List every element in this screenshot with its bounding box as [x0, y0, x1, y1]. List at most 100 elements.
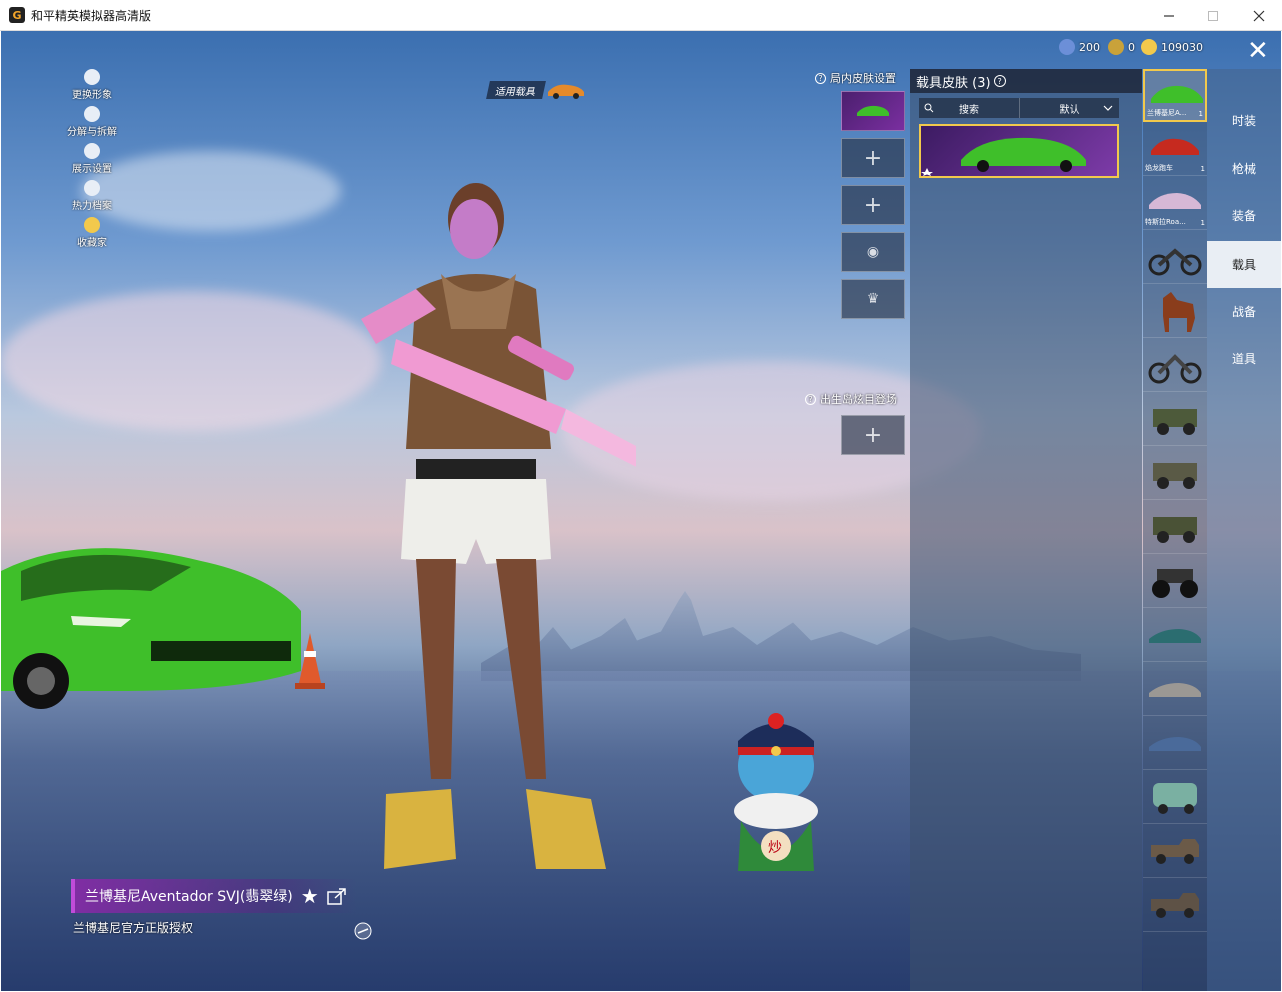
- player-character: [361, 183, 636, 869]
- jeep-icon: [1153, 517, 1197, 543]
- menu-collector[interactable]: 收藏家: [57, 217, 127, 254]
- share-icon[interactable]: [326, 887, 347, 905]
- vehicle-count: 1: [1200, 165, 1205, 173]
- menu-change-appearance[interactable]: 更换形象: [57, 69, 127, 106]
- plus-icon: +: [863, 192, 883, 218]
- green-car-icon: [1151, 85, 1203, 103]
- window-title: 和平精英模拟器高清版: [31, 8, 152, 23]
- close-panel-button[interactable]: ✕: [1247, 38, 1269, 64]
- filter-row: 搜索 默认: [919, 98, 1119, 118]
- currency-badge[interactable]: 0: [1108, 39, 1135, 55]
- flame-icon: [84, 180, 100, 196]
- currency-value: 109030: [1161, 40, 1203, 54]
- search-button[interactable]: 搜索: [919, 98, 1019, 118]
- menu-decompose[interactable]: 分解与拆解: [57, 106, 127, 143]
- apply-vehicle-tag[interactable]: 适用载具: [486, 81, 546, 99]
- skin-slot-empty[interactable]: +: [841, 185, 905, 225]
- tab-label: 战备: [1231, 305, 1256, 319]
- in-game-skin-setting[interactable]: ? 局内皮肤设置: [815, 70, 896, 86]
- tab-fashion[interactable]: 时装: [1207, 97, 1281, 144]
- skin-panel-header: 载具皮肤 (3) ?: [910, 69, 1142, 93]
- vehicle-thumbnail-icon: [548, 84, 584, 99]
- skin-card-selected[interactable]: [919, 124, 1119, 178]
- teal-car-icon: [1149, 629, 1201, 643]
- vehicle-item[interactable]: 焰龙跑车 1: [1143, 123, 1207, 176]
- horse-icon: [1163, 292, 1195, 332]
- vehicle-item[interactable]: 兰博基尼A... 1: [1143, 69, 1207, 122]
- maximize-button[interactable]: [1190, 0, 1236, 31]
- in-game-skin-label: 局内皮肤设置: [830, 72, 896, 85]
- skin-slot-equipped[interactable]: [841, 91, 905, 131]
- item-name-bar: 兰博基尼Aventador SVJ(翡翠绿) ★: [71, 879, 357, 913]
- vehicle-item[interactable]: [1143, 825, 1207, 878]
- tab-combat-prep[interactable]: 战备: [1207, 288, 1281, 335]
- tab-label: 时装: [1231, 114, 1256, 128]
- svg-text:炒: 炒: [768, 840, 782, 856]
- title-bar: G 和平精英模拟器高清版: [0, 0, 1282, 31]
- currency-gem[interactable]: 200: [1059, 39, 1100, 55]
- vehicle-item[interactable]: [1143, 879, 1207, 932]
- tab-vehicles[interactable]: 载具: [1207, 241, 1281, 288]
- pilaf-mascot: 炒: [734, 713, 818, 871]
- plus-icon: +: [863, 145, 883, 171]
- help-icon: ?: [815, 72, 826, 84]
- motorcycle-icon: [1148, 248, 1202, 276]
- puzzle-icon: [84, 106, 100, 122]
- favorite-star-icon[interactable]: ★: [301, 884, 319, 908]
- menu-label: 收藏家: [77, 238, 107, 249]
- spawn-slot-empty[interactable]: +: [841, 415, 905, 455]
- lamborghini-car: [1, 548, 301, 709]
- vehicle-item[interactable]: [1143, 555, 1207, 608]
- tab-equipment[interactable]: 装备: [1207, 192, 1281, 239]
- close-window-button[interactable]: [1236, 0, 1282, 31]
- menu-heat-archive[interactable]: 热力档案: [57, 180, 127, 217]
- vehicle-list: 兰博基尼A... 1 焰龙跑车 1 特斯拉Roa... 1: [1143, 69, 1207, 991]
- vehicle-item[interactable]: [1143, 501, 1207, 554]
- tab-label: 枪械: [1231, 162, 1256, 176]
- vehicle-item[interactable]: [1143, 285, 1207, 338]
- currency-gold[interactable]: 109030: [1141, 39, 1203, 55]
- skin-slot-empty[interactable]: +: [841, 138, 905, 178]
- menu-label: 分解与拆解: [67, 127, 117, 138]
- eye-icon: [84, 143, 100, 159]
- search-icon: [924, 103, 934, 113]
- skin-slot-locked[interactable]: ◉: [841, 232, 905, 272]
- help-icon[interactable]: ?: [993, 75, 1006, 87]
- help-icon: ?: [805, 393, 816, 405]
- vehicle-item[interactable]: [1143, 339, 1207, 392]
- crown-icon: ♛: [866, 291, 880, 307]
- spawn-island-setting[interactable]: ? 出生岛炫目登场: [805, 391, 897, 407]
- vehicle-skin-panel: 载具皮肤 (3) ? 搜索 默认: [910, 69, 1142, 991]
- maximize-icon: [1208, 10, 1218, 21]
- green-lamborghini-skin: [921, 137, 1086, 176]
- rotate-hint-icon[interactable]: [353, 921, 373, 941]
- vehicle-item[interactable]: [1143, 771, 1207, 824]
- vehicle-item[interactable]: [1143, 393, 1207, 446]
- currency-value: 200: [1079, 40, 1100, 54]
- trophy-icon: [84, 217, 100, 233]
- skin-slot-locked[interactable]: ♛: [841, 279, 905, 319]
- vehicle-item[interactable]: [1143, 447, 1207, 500]
- vehicle-item[interactable]: [1143, 663, 1207, 716]
- spawn-island-label: 出生岛炫目登场: [820, 393, 897, 406]
- vehicle-item[interactable]: [1143, 609, 1207, 662]
- pickup-truck-icon: [1151, 893, 1199, 918]
- close-icon: [1253, 10, 1265, 21]
- menu-display-settings[interactable]: 展示设置: [57, 143, 127, 180]
- traffic-cone: [295, 633, 325, 689]
- badge-coin-icon: [1108, 39, 1124, 55]
- silver-car-icon: [1149, 683, 1201, 697]
- green-car-icon: [857, 105, 889, 116]
- minimize-icon: [1164, 14, 1174, 17]
- vehicle-item[interactable]: [1143, 231, 1207, 284]
- vehicle-item[interactable]: 特斯拉Roa... 1: [1143, 177, 1207, 230]
- tab-items[interactable]: 道具: [1207, 335, 1281, 382]
- plus-icon: +: [863, 422, 883, 448]
- minimize-button[interactable]: [1146, 0, 1192, 31]
- jeep-icon: [1153, 463, 1197, 489]
- tab-firearms[interactable]: 枪械: [1207, 145, 1281, 192]
- cloud: [1, 291, 381, 431]
- sort-dropdown[interactable]: 默认: [1019, 98, 1119, 118]
- jeep-icon: [1153, 409, 1197, 435]
- vehicle-item[interactable]: [1143, 717, 1207, 770]
